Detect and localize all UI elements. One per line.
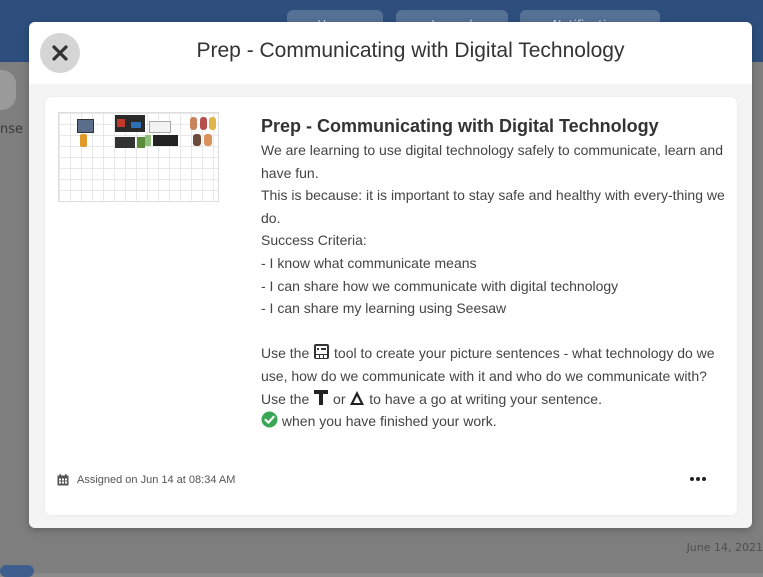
description-line: This is because: it is important to stay… (261, 187, 725, 226)
more-options-button[interactable] (685, 469, 711, 489)
calendar-icon (57, 474, 69, 486)
activity-title: Prep - Communicating with Digital Techno… (261, 116, 659, 136)
instruction-text: Use the (261, 390, 310, 407)
instruction-text: Use the (261, 345, 310, 362)
description-line: - I can share how we communicate with di… (261, 277, 619, 294)
close-icon (52, 45, 68, 61)
close-button[interactable] (40, 33, 80, 73)
background-date: June 14, 2021 (686, 541, 763, 554)
activity-card: Prep - Communicating with Digital Techno… (45, 97, 737, 515)
instruction-write: Use the or to have a go at writing your … (261, 388, 731, 411)
description-line: Success Criteria: (261, 232, 367, 249)
pen-tool-icon (350, 390, 365, 405)
assigned-text: Assigned on Jun 14 at 08:34 AM (77, 474, 236, 486)
instruction-text: or (333, 390, 346, 407)
activity-modal: Prep - Communicating with Digital Techno… (29, 22, 752, 528)
modal-header: Prep - Communicating with Digital Techno… (29, 22, 752, 84)
activity-thumbnail[interactable] (58, 112, 219, 202)
more-icon (690, 477, 706, 481)
instruction-text: tool to create your picture sentences - … (261, 345, 715, 384)
background-bottom-pill (0, 565, 34, 577)
activity-content: Prep - Communicating with Digital Techno… (261, 113, 731, 433)
background-side-text: nse (0, 122, 24, 137)
text-tool-icon (314, 389, 329, 405)
instruction-text: when you have finished your work. (281, 413, 497, 430)
assigned-info: Assigned on Jun 14 at 08:34 AM (57, 474, 235, 486)
modal-title: Prep - Communicating with Digital Techno… (196, 39, 625, 62)
instruction-photo: Use the tool to create your picture sent… (261, 342, 731, 387)
instruction-text: to have a go at writing your sentence. (369, 390, 602, 407)
check-circle-icon (261, 411, 278, 428)
instruction-finish: when you have finished your work. (261, 410, 731, 433)
description-line: We are learning to use digital technolog… (261, 142, 724, 181)
photo-tool-icon (314, 344, 330, 360)
description-line: - I can share my learning using Seesaw (261, 300, 507, 317)
activity-description: We are learning to use digital technolog… (261, 139, 731, 433)
description-line: - I know what communicate means (261, 254, 477, 271)
